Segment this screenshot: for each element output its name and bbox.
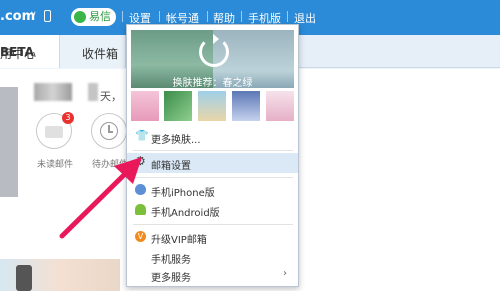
menu-mail-settings-label: 邮箱设置 [151,161,191,172]
mobile-icon[interactable] [44,10,51,22]
yixin-button[interactable]: 易信 [71,8,116,26]
skin-caption: 换肤推荐：春之绿 [172,78,253,88]
pending-mail-button[interactable]: 待办邮件 [91,113,128,170]
clock-icon [100,122,118,140]
phone-promo-icon [16,265,32,291]
menu-divider [133,150,293,151]
tab-app-center[interactable]: 用中心 BETA [0,35,60,68]
nav-separator [159,11,160,22]
blurred-username [34,83,72,101]
skin-recommendation-banner[interactable]: 换肤推荐：春之绿 [131,30,294,88]
avatar [0,87,18,197]
menu-divider [133,224,293,225]
apple-icon [135,184,146,195]
menu-more-service-label: 更多服务 [151,273,191,284]
nav-separator [207,11,208,22]
menu-more-skins-label: 更多换肤... [151,135,201,146]
tshirt-icon: 👕 [135,129,149,142]
skin-thumb[interactable] [198,91,226,121]
skin-thumbnails [131,91,294,121]
beta-badge: BETA [0,45,34,59]
android-icon [135,204,146,215]
menu-mobile-service[interactable]: 手机服务 [127,247,298,267]
menu-mail-settings[interactable]: ⚙ 邮箱设置 [127,153,298,173]
blurred-text [88,83,98,101]
refresh-arrow-icon [213,34,219,44]
skin-thumb[interactable] [266,91,294,121]
chevron-right-icon: › [283,268,287,279]
account-caret-icon[interactable]: ∨ [30,10,37,20]
tab-inbox[interactable]: 收件箱 [60,35,126,68]
menu-vip-label: 升级VIP邮箱 [151,235,207,246]
nav-separator [122,11,123,22]
menu-vip[interactable]: V 升级VIP邮箱 [127,227,298,247]
yixin-icon [74,11,86,23]
menu-android-label: 手机Android版 [151,208,220,219]
envelope-icon [45,126,63,138]
greeting-suffix: 天， [100,90,122,103]
yixin-label: 易信 [89,10,111,23]
menu-iphone[interactable]: 手机iPhone版 [127,180,298,200]
settings-dropdown: 换肤推荐：春之绿 👕 更多换肤... ⚙ 邮箱设置 手机iPhone版 手机An… [126,24,299,287]
vip-icon: V [135,231,146,242]
menu-android[interactable]: 手机Android版 [127,200,298,220]
nav-separator [287,11,288,22]
unread-count-badge: 3 [62,112,74,124]
nav-separator [241,11,242,22]
unread-mail-label: 未读邮件 [36,160,73,170]
menu-more-skins[interactable]: 👕 更多换肤... [127,127,298,147]
menu-more-service[interactable]: 更多服务 › [127,265,298,285]
skin-thumb[interactable] [232,91,260,121]
skin-thumb[interactable] [131,91,159,121]
menu-divider [133,177,293,178]
skin-thumb[interactable] [164,91,192,121]
tab-inbox-label: 收件箱 [82,47,119,61]
menu-iphone-label: 手机iPhone版 [151,188,215,199]
gear-icon: ⚙ [135,154,146,168]
menu-mobile-service-label: 手机服务 [151,255,191,266]
